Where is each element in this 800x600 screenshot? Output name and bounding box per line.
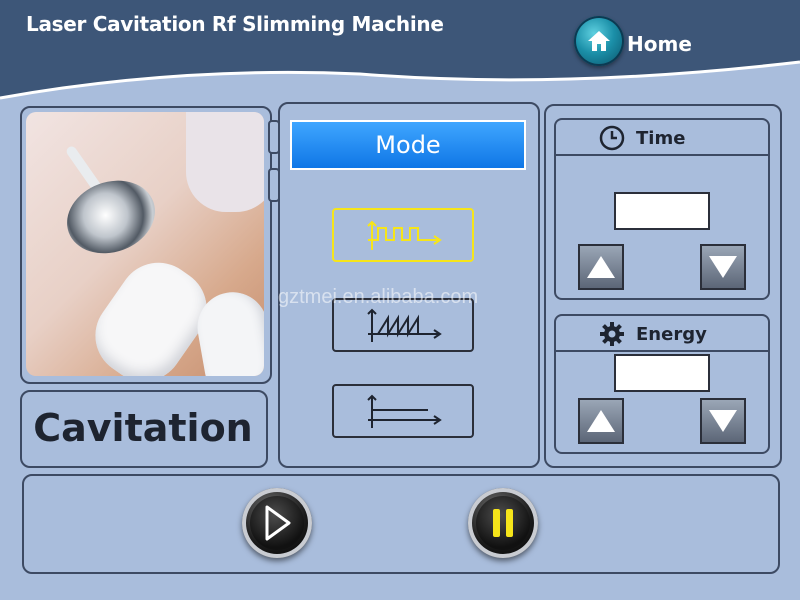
app-title: Laser Cavitation Rf Slimming Machine [26,12,444,36]
continuous-wave-button[interactable] [332,384,474,438]
square-wave-icon [367,220,442,250]
control-panel [22,474,780,574]
time-value [614,192,710,230]
mode-title: Mode [290,120,526,170]
time-header: Time [556,120,768,156]
continuous-wave-icon [367,394,442,428]
side-tab [268,168,280,202]
play-icon [265,505,291,541]
time-down-button[interactable] [700,244,746,290]
time-panel: Time [554,118,770,300]
arrow-down-icon [709,410,737,432]
time-title: Time [636,128,686,149]
side-tab [268,120,280,154]
energy-panel: Energy [554,314,770,454]
treatment-photo [26,112,264,376]
energy-title: Energy [636,324,707,345]
energy-value [614,354,710,392]
header-bar: Laser Cavitation Rf Slimming Machine Hom… [0,0,800,100]
energy-up-button[interactable] [578,398,624,444]
energy-header: Energy [556,316,768,352]
home-icon [588,31,610,51]
arrow-up-icon [587,410,615,432]
pause-button[interactable] [468,488,538,558]
start-button[interactable] [242,488,312,558]
home-button[interactable] [574,16,624,66]
watermark: gztmei.en.alibaba.com [278,286,479,308]
gear-icon [600,322,624,346]
arrow-down-icon [709,256,737,278]
pause-icon [493,509,513,537]
energy-down-button[interactable] [700,398,746,444]
home-label[interactable]: Home [627,32,692,56]
sawtooth-wave-icon [367,308,442,342]
arrow-up-icon [587,256,615,278]
current-mode-name: Cavitation [33,406,253,450]
probe-image [56,168,166,266]
clock-icon [599,125,625,151]
square-wave-button[interactable] [332,208,474,262]
time-up-button[interactable] [578,244,624,290]
